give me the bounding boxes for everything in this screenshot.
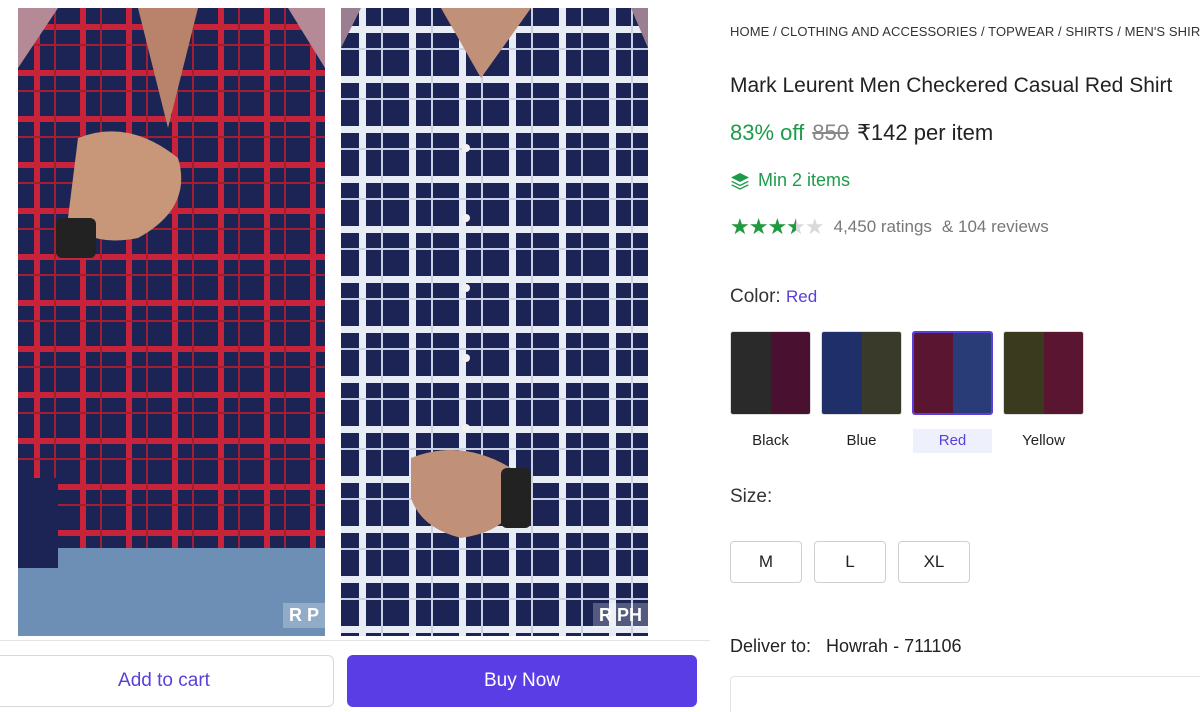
product-page: R P R PH Add to cart Buy Now HOME / CLOT… bbox=[0, 0, 1200, 712]
swatch-label: Yellow bbox=[1022, 432, 1065, 449]
swatch-thumbnail bbox=[730, 331, 811, 415]
price-row: 83% off 850 ₹142 per item bbox=[730, 120, 993, 146]
color-swatch-black[interactable]: Black bbox=[730, 331, 811, 453]
swatch-thumbnail bbox=[912, 331, 993, 415]
product-gallery: R P R PH Add to cart Buy Now bbox=[0, 0, 710, 712]
min-items-text: Min 2 items bbox=[758, 170, 851, 190]
deliver-label: Deliver to: bbox=[730, 636, 812, 656]
star-rating-icon: ★★★★★★★★★★ bbox=[730, 214, 825, 239]
rating-row[interactable]: ★★★★★★★★★★ 4,450 ratings & 104 reviews bbox=[730, 214, 1049, 240]
size-label: Size: bbox=[730, 486, 773, 507]
color-swatch-yellow[interactable]: Yellow bbox=[1003, 331, 1084, 453]
reviews-count: & 104 reviews bbox=[941, 217, 1049, 236]
add-to-cart-button[interactable]: Add to cart bbox=[0, 655, 334, 707]
pincode-box[interactable] bbox=[730, 676, 1200, 712]
swatch-thumbnail bbox=[1003, 331, 1084, 415]
original-price: 850 bbox=[812, 120, 849, 145]
color-swatch-red[interactable]: Red bbox=[912, 331, 993, 453]
image-watermark: R PH bbox=[592, 603, 648, 628]
product-details: HOME / CLOTHING AND ACCESSORIES / TOPWEA… bbox=[730, 0, 1200, 712]
color-label: Color: Red bbox=[730, 286, 818, 307]
product-image-blue[interactable]: R PH bbox=[341, 8, 648, 636]
size-option-l[interactable]: L bbox=[814, 541, 886, 583]
discount-label: 83% off bbox=[730, 120, 805, 145]
size-options: M L XL bbox=[730, 541, 970, 583]
swatch-label: Black bbox=[752, 432, 789, 449]
delivery-info: Deliver to: Howrah - 711106 bbox=[730, 636, 961, 657]
swatch-thumbnail bbox=[821, 331, 902, 415]
ratings-count: 4,450 ratings bbox=[833, 217, 932, 236]
buy-now-button[interactable]: Buy Now bbox=[347, 655, 697, 707]
action-bar: Add to cart Buy Now bbox=[0, 640, 710, 712]
product-title: Mark Leurent Men Checkered Casual Red Sh… bbox=[730, 74, 1173, 97]
layers-icon bbox=[731, 172, 749, 190]
selected-color: Red bbox=[785, 287, 818, 306]
delivery-location[interactable]: Howrah - 711106 bbox=[826, 636, 961, 656]
image-watermark: R P bbox=[282, 603, 325, 628]
sale-price: ₹142 per item bbox=[856, 120, 994, 145]
size-option-m[interactable]: M bbox=[730, 541, 802, 583]
size-option-xl[interactable]: XL bbox=[898, 541, 970, 583]
min-items-notice: Min 2 items bbox=[730, 170, 850, 191]
swatch-label: Red bbox=[913, 429, 992, 453]
swatch-label: Blue bbox=[846, 432, 877, 449]
color-swatches: Black Blue Red Yellow bbox=[730, 331, 1084, 453]
color-swatch-blue[interactable]: Blue bbox=[821, 331, 902, 453]
product-image-red[interactable]: R P bbox=[18, 8, 325, 636]
breadcrumb[interactable]: HOME / CLOTHING AND ACCESSORIES / TOPWEA… bbox=[730, 24, 1200, 39]
